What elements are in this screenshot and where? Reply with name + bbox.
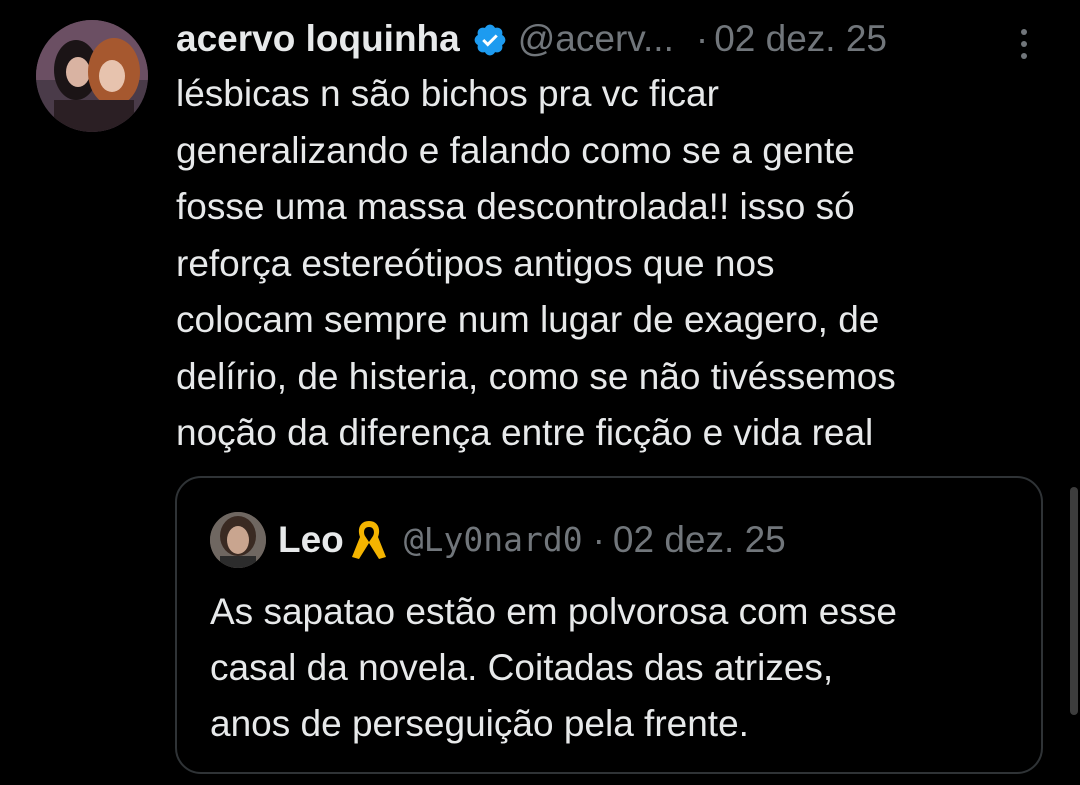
tweet-text-line: lésbicas n são bichos pra vc ficar xyxy=(176,73,719,114)
tweet-text: lésbicas n são bichos pra vc ficar gener… xyxy=(176,66,1046,462)
separator-dot: · xyxy=(695,18,709,59)
author-handle[interactable]: @acerv... xyxy=(518,14,674,64)
tweet-header: acervo loquinha @acerv... · 02 dez. 25 xyxy=(176,14,887,64)
quoted-tweet-date[interactable]: 02 dez. 25 xyxy=(613,516,786,564)
more-options-icon[interactable] xyxy=(1010,20,1038,68)
tweet-text-line: reforça estereótipos antigos que nos xyxy=(176,242,775,284)
quoted-text-line: anos de perseguição pela frente. xyxy=(210,703,749,744)
tweet-text-line: delírio, de histeria, como se não tivéss… xyxy=(176,355,896,397)
yellow-ribbon-icon xyxy=(348,517,390,563)
tweet-date[interactable]: 02 dez. 25 xyxy=(714,14,887,64)
tweet-text-line: colocam sempre num lugar de exagero, de xyxy=(176,299,880,340)
verified-badge-icon xyxy=(472,21,508,57)
quoted-tweet-text: As sapatao estão em polvorosa com esse c… xyxy=(210,584,1030,752)
quoted-author-avatar[interactable] xyxy=(210,512,266,568)
quoted-author-name[interactable]: Leo xyxy=(278,516,344,564)
quoted-text-line: casal da novela. Coitadas das atrizes, xyxy=(210,647,834,688)
quoted-tweet-card[interactable]: Leo @Ly0nard0 · 02 dez. 25 As sapatao es… xyxy=(175,476,1043,774)
quoted-tweet-header: Leo @Ly0nard0 · 02 dez. 25 xyxy=(278,516,786,564)
quoted-author-handle[interactable]: @Ly0nard0 xyxy=(404,516,583,564)
scrollbar-thumb[interactable] xyxy=(1070,487,1078,715)
separator-dot: · xyxy=(592,519,605,560)
quoted-text-line: As sapatao estão em polvorosa com esse xyxy=(210,591,897,632)
tweet-text-line: noção da diferença entre ficção e vida r… xyxy=(176,412,874,453)
author-avatar[interactable] xyxy=(36,20,148,132)
author-name[interactable]: acervo loquinha xyxy=(176,14,460,64)
tweet-text-line: fosse uma massa descontrolada!! isso só xyxy=(176,186,855,227)
tweet-text-line: generalizando e falando como se a gente xyxy=(176,129,855,171)
